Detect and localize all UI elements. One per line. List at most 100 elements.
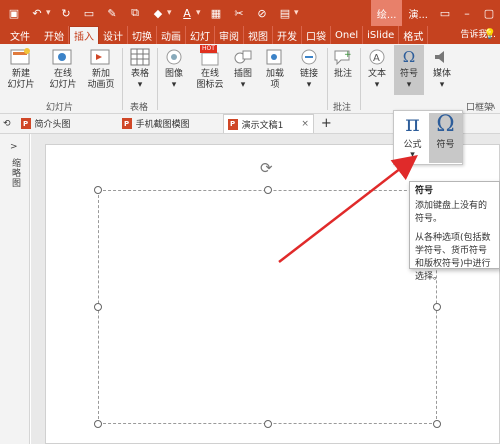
tab-animations[interactable]: 动画 [157,26,186,44]
presentation-icon[interactable]: ▭ [80,4,98,22]
hot-badge: HOT [200,45,217,53]
placeholder-box[interactable] [98,190,437,424]
media-button[interactable]: 媒体 ▾ [428,47,456,91]
table-icon [129,47,151,67]
group-divider [157,48,158,110]
media-label: 媒体 [432,69,451,79]
quick-access-toolbar: ▣ ↶ ▾ ↻ ▭ ✎ ⧉ ◆ ▾ A ▾ ▦ ✂ ⊘ ▤ ▾ [0,0,300,26]
maximize-icon[interactable]: ▢ [478,0,500,26]
resize-handle[interactable] [94,303,102,311]
table-label: 表格 [130,69,149,79]
dropdown-arrow-icon[interactable]: ▾ [46,8,52,18]
animation-page-icon [90,47,112,67]
chevron-down-icon: ▾ [137,80,143,90]
drawing-tools-title[interactable]: 绘... [370,0,403,26]
tab-developer[interactable]: 开发 [273,26,302,44]
link-button[interactable]: 链接 ▾ [295,47,323,91]
equation-label: 公式 [403,140,422,150]
tab-design[interactable]: 设计 [99,26,128,44]
thumbnail-label[interactable]: 缩略图 [9,158,22,188]
text-icon: A [366,47,388,67]
symbol-menu-button[interactable]: Ω 符号 [429,113,462,163]
expand-arrow-icon[interactable]: > [10,142,18,152]
svg-text:+: + [344,50,352,60]
minimize-icon[interactable]: – [456,0,478,26]
omega-icon: Ω [436,112,455,137]
ribbon: 新建 幻灯片 在线 幻灯片 新加 动画页 幻灯片 表格 ▾ 表格 图像 ▾ HO… [0,30,500,114]
tab-pocket[interactable]: 口袋 [302,26,331,44]
collapse-ribbon-icon[interactable]: ∧ [490,102,496,111]
image-button[interactable]: 图像 ▾ [160,47,188,91]
tell-me-box[interactable]: 告诉我... [460,27,496,40]
resize-handle[interactable] [94,186,102,194]
doc-tab-3[interactable]: P 演示文稿1 × [222,114,314,133]
save-icon[interactable]: ▣ [5,4,23,22]
tab-slideshow[interactable]: 幻灯 [186,26,215,44]
text-label: 文本 [367,69,386,79]
table-button[interactable]: 表格 ▾ [128,47,152,91]
symbol-button[interactable]: Ω 符号 ▾ [394,45,424,95]
online-icon-cloud-button[interactable]: HOT 在线 图标云 [193,45,227,91]
symbol-menu-label: 符号 [436,140,455,150]
resize-handle[interactable] [433,303,441,311]
icon-cloud-icon: HOT [199,45,221,67]
rotate-handle-icon[interactable]: ⟳ [260,159,273,177]
omega-icon: Ω [402,47,416,66]
doc-tab-2[interactable]: P 手机截图模图 [118,115,194,133]
tab-file[interactable]: 文件 [0,26,40,44]
chevron-down-icon: ▾ [410,150,415,160]
online-slide-label: 在线 幻灯片 [49,69,77,90]
doc-tab-1[interactable]: P 简介头图 [17,115,75,133]
chevron-down-icon: ▾ [374,80,380,90]
comment-button[interactable]: + 批注 [330,47,356,80]
ribbon-options-icon[interactable]: ▭ [434,0,456,26]
add-tab-button[interactable]: + [317,115,336,133]
tab-onenote[interactable]: Onel [331,26,364,44]
tab-view[interactable]: 视图 [244,26,273,44]
tab-icon-button[interactable]: ⟲ [0,115,14,133]
addin-button[interactable]: 加载 项 [262,47,288,91]
tab-review[interactable]: 审阅 [215,26,244,44]
tab-insert[interactable]: 插入 [69,26,99,44]
powerpoint-icon: P [20,118,31,129]
illustration-label: 插图 [233,69,252,79]
no-symbol-icon[interactable]: ⊘ [253,4,271,22]
resize-handle[interactable] [264,186,272,194]
dropdown-arrow-icon[interactable]: ▾ [196,8,202,18]
customize-icon[interactable]: ▾ [294,8,300,18]
repeat-icon[interactable]: ↻ [57,4,75,22]
new-slide-button[interactable]: 新建 幻灯片 [6,47,36,91]
shape-fill-icon[interactable]: ◆ [149,4,167,22]
format-painter-icon[interactable]: ✂ [230,4,248,22]
new-animation-page-button[interactable]: 新加 动画页 [84,47,118,91]
tab-transitions[interactable]: 切换 [128,26,157,44]
tab-home[interactable]: 开始 [40,26,69,44]
resize-handle[interactable] [433,420,441,428]
picture-icon[interactable]: ▤ [276,4,294,22]
equation-button[interactable]: π 公式 ▾ [396,113,429,163]
font-color-icon[interactable]: A [178,4,196,22]
group-label-tables: 表格 [130,103,149,113]
tab-islide[interactable]: iSlide [363,26,400,44]
tooltip-title: 符号 [415,186,434,196]
close-icon[interactable]: × [301,119,309,129]
speaker-icon [431,47,453,67]
online-slide-button[interactable]: 在线 幻灯片 [46,47,80,91]
undo-icon[interactable]: ↶ [28,4,46,22]
window-title: 演... [408,9,428,21]
comment-label: 批注 [333,69,352,79]
illustration-button[interactable]: 插图 ▾ [230,47,256,91]
link-icon [298,47,320,67]
brush-icon[interactable]: ✎ [103,4,121,22]
text-button[interactable]: A 文本 ▾ [364,47,390,91]
resize-handle[interactable] [264,420,272,428]
shapes-icon [232,47,254,67]
tooltip-line-2: 从各种选项(包括数学符号、货币符号和版权符号)中进行选择。 [415,233,491,282]
dropdown-arrow-icon[interactable]: ▾ [167,8,173,18]
resize-handle[interactable] [94,420,102,428]
grid-icon[interactable]: ▦ [207,4,225,22]
copy-icon[interactable]: ⧉ [126,4,144,22]
tab-format[interactable]: 格式 [399,26,429,44]
group-label-partial: 口框架 [466,103,494,113]
new-slide-icon [10,47,32,67]
